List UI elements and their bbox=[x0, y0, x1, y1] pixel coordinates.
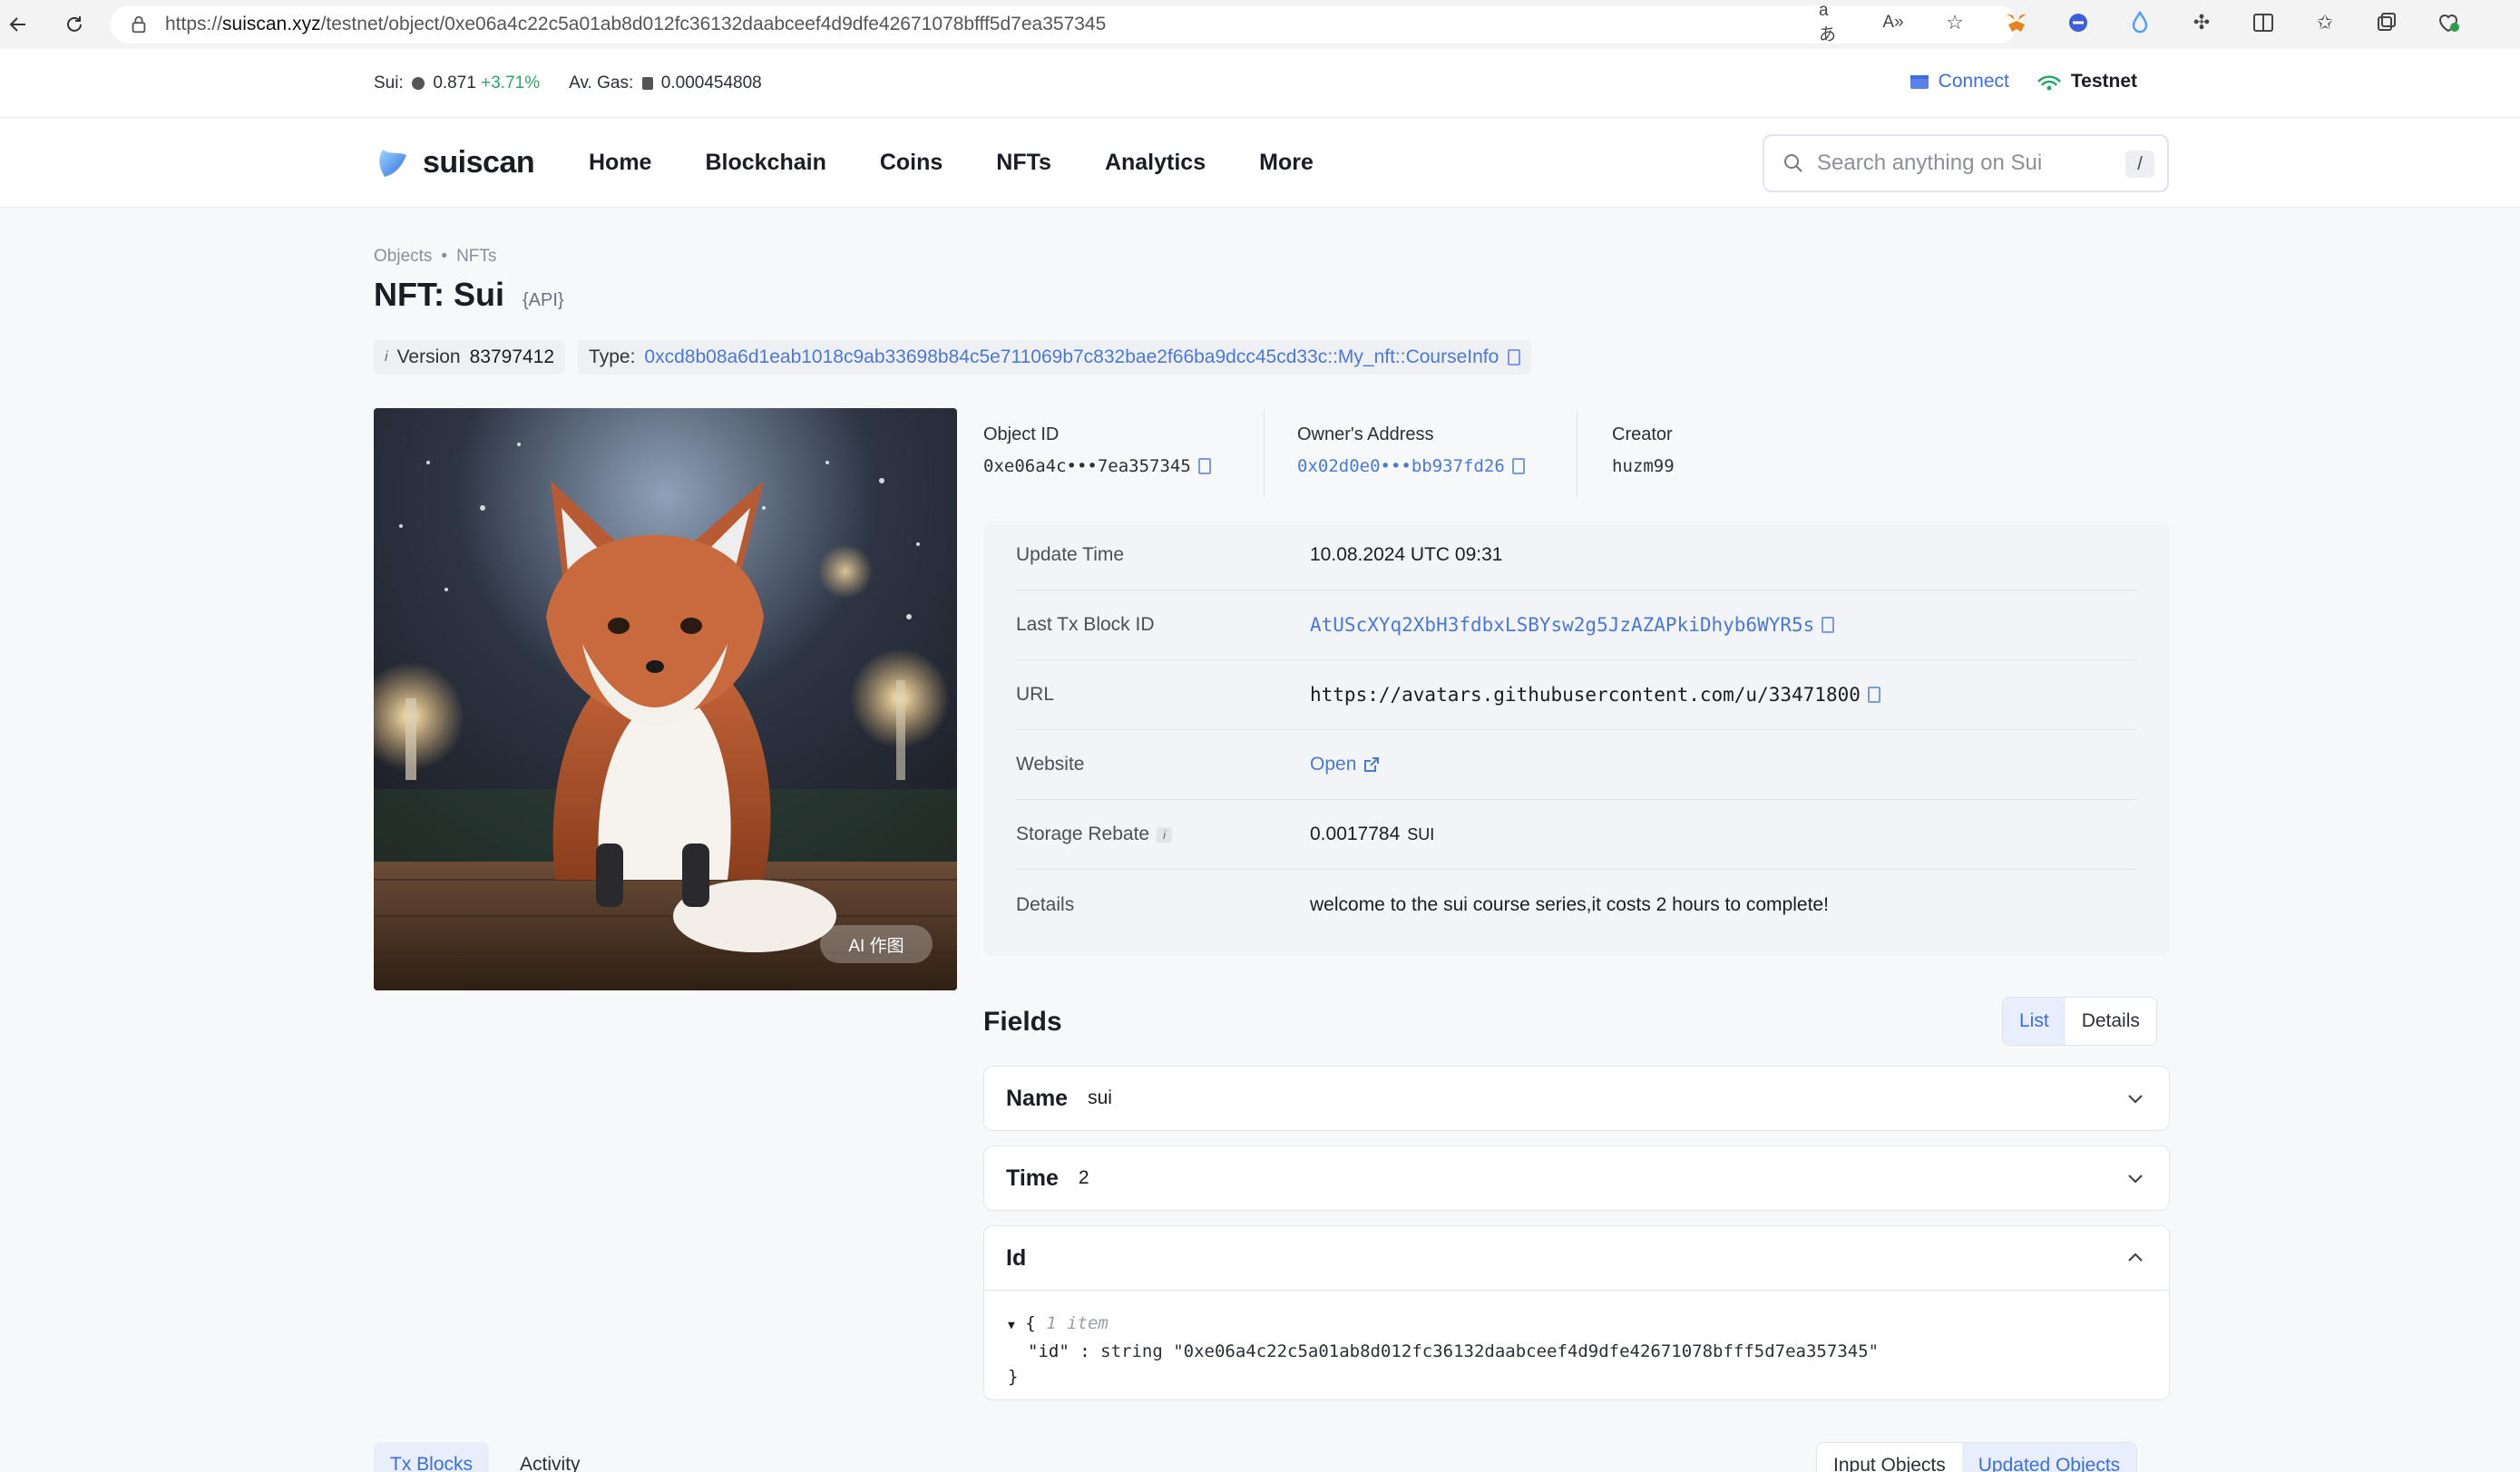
copy-icon[interactable] bbox=[1822, 617, 1835, 633]
sui-coin-icon bbox=[412, 76, 425, 90]
wallet-icon bbox=[1910, 75, 1929, 89]
object-properties-panel: Update Time 10.08.2024 UTC 09:31 Last Tx… bbox=[983, 521, 2170, 956]
search-box[interactable]: / bbox=[1763, 134, 2169, 192]
field-name-card[interactable]: Name sui bbox=[983, 1066, 2170, 1131]
gas-pump-icon bbox=[641, 76, 653, 90]
tab-updated-objects[interactable]: Updated Objects bbox=[1961, 1443, 2137, 1472]
chevron-down-icon[interactable] bbox=[2127, 1170, 2144, 1186]
nav-more[interactable]: More bbox=[1259, 150, 1314, 176]
view-details-button[interactable]: Details bbox=[2066, 998, 2156, 1045]
search-shortcut-key: / bbox=[2125, 151, 2154, 178]
wallet-extension-icon[interactable] bbox=[2066, 10, 2091, 35]
property-row: URL https://avatars.githubusercontent.co… bbox=[1016, 660, 2137, 730]
property-row: Storage Rebate i 0.0017784 SUI bbox=[1016, 800, 2137, 870]
split-screen-icon[interactable] bbox=[2251, 10, 2276, 35]
nav-coins[interactable]: Coins bbox=[880, 150, 943, 176]
owner-address-link[interactable]: 0x02d0e0•••bb937fd26 bbox=[1297, 456, 1577, 476]
lock-icon bbox=[132, 15, 146, 34]
objects-toggle: Input Objects Updated Objects bbox=[1816, 1442, 2138, 1472]
creator-section: Creator huzm99 bbox=[1577, 410, 1850, 497]
breadcrumb-nfts[interactable]: NFTs bbox=[456, 247, 496, 267]
extensions-puzzle-icon[interactable]: ✣ bbox=[2189, 10, 2214, 35]
chevron-up-icon[interactable] bbox=[2127, 1250, 2144, 1266]
suiscan-logo[interactable]: suiscan bbox=[374, 142, 535, 182]
type-chip: Type: 0xcd8b08a6d1eab1018c9ab33698b84c5e… bbox=[578, 340, 1532, 375]
website-open-link[interactable]: Open bbox=[1310, 754, 1380, 775]
price-ticker-bar: Sui: 0.871 +3.71% Av. Gas: 0.000454808 C… bbox=[0, 49, 2520, 118]
object-id-section: Object ID 0xe06a4c•••7ea357345 bbox=[983, 410, 1265, 497]
property-row: Update Time 10.08.2024 UTC 09:31 bbox=[1016, 521, 2137, 590]
owner-address-section: Owner's Address 0x02d0e0•••bb937fd26 bbox=[1265, 410, 1577, 497]
property-row: Last Tx Block ID AtUScXYq2XbH3fdbxLSBYsw… bbox=[1016, 590, 2137, 660]
signal-icon bbox=[2037, 75, 2061, 91]
search-icon bbox=[1784, 154, 1802, 172]
object-id-value: 0xe06a4c•••7ea357345 bbox=[983, 456, 1264, 476]
sui-drop-extension-icon[interactable] bbox=[2127, 10, 2153, 35]
copy-icon[interactable] bbox=[1197, 458, 1211, 474]
favorites-list-icon[interactable]: ✩ bbox=[2312, 10, 2338, 35]
collapse-triangle-icon[interactable]: ▼ bbox=[1008, 1319, 1015, 1332]
nav-home[interactable]: Home bbox=[589, 150, 651, 176]
property-row: Details welcome to the sui course series… bbox=[1016, 893, 1829, 915]
field-id-card: Id ▼ { 1 item "id" : string "0xe06a4c22c… bbox=[983, 1225, 2170, 1400]
network-selector[interactable]: Testnet bbox=[2037, 71, 2137, 93]
page-title: NFT: Sui {API} bbox=[374, 276, 564, 313]
tab-input-objects[interactable]: Input Objects bbox=[1817, 1443, 1962, 1472]
last-tx-block-link[interactable]: AtUScXYq2XbH3fdbxLSBYsw2g5JzAZAPkiDhyb6W… bbox=[1310, 614, 1835, 636]
back-icon[interactable] bbox=[0, 6, 36, 43]
info-icon[interactable]: i bbox=[1157, 826, 1173, 843]
nav-analytics[interactable]: Analytics bbox=[1105, 150, 1206, 176]
copy-icon[interactable] bbox=[1508, 349, 1521, 366]
connect-wallet-button[interactable]: Connect bbox=[1910, 71, 2009, 93]
translate-icon[interactable]: aあ bbox=[1819, 1, 1844, 44]
browser-essentials-icon[interactable] bbox=[2436, 10, 2461, 35]
json-viewer: ▼ { 1 item "id" : string "0xe06a4c22c5a0… bbox=[984, 1290, 2169, 1389]
metamask-extension-icon[interactable] bbox=[2004, 10, 2029, 35]
property-row: Website Open bbox=[1016, 730, 2137, 800]
suiscan-logo-icon bbox=[379, 150, 406, 177]
address-bar[interactable]: https://suiscan.xyz/testnet/object/0xe06… bbox=[111, 5, 2017, 44]
tab-activity[interactable]: Activity bbox=[503, 1442, 597, 1472]
creator-value: huzm99 bbox=[1612, 456, 1675, 476]
nft-image bbox=[374, 408, 957, 990]
nav-blockchain[interactable]: Blockchain bbox=[705, 150, 825, 176]
view-list-button[interactable]: List bbox=[2003, 998, 2066, 1045]
read-aloud-icon[interactable]: A» bbox=[1880, 10, 1906, 35]
breadcrumb-objects[interactable]: Objects bbox=[374, 247, 432, 267]
nav-nfts[interactable]: NFTs bbox=[996, 150, 1051, 176]
version-chip: i Version 83797412 bbox=[374, 340, 566, 375]
reload-icon[interactable] bbox=[56, 6, 93, 43]
collections-icon[interactable] bbox=[2374, 10, 2399, 35]
copy-icon[interactable] bbox=[1867, 687, 1880, 703]
tab-tx-blocks[interactable]: Tx Blocks bbox=[374, 1442, 490, 1472]
type-link[interactable]: 0xcd8b08a6d1eab1018c9ab33698b84c5e711069… bbox=[644, 346, 1499, 368]
fields-view-toggle: List Details bbox=[2002, 997, 2157, 1046]
api-link[interactable]: {API} bbox=[523, 290, 564, 311]
gas-price-ticker: Av. Gas: 0.000454808 bbox=[569, 73, 762, 93]
field-time-card[interactable]: Time 2 bbox=[983, 1145, 2170, 1211]
info-icon: i bbox=[385, 349, 388, 365]
main-navigation: suiscan Home Blockchain Coins NFTs Analy… bbox=[0, 119, 2520, 208]
address-url: https://suiscan.xyz/testnet/object/0xe06… bbox=[165, 14, 1107, 34]
sui-price-ticker: Sui: 0.871 +3.71% bbox=[374, 73, 541, 93]
ai-generated-badge: AI 作图 bbox=[820, 925, 933, 963]
fields-heading: Fields bbox=[983, 1007, 1062, 1037]
copy-icon[interactable] bbox=[1511, 458, 1525, 474]
url-value: https://avatars.githubusercontent.com/u/… bbox=[1310, 684, 1880, 706]
external-link-icon bbox=[1364, 757, 1380, 772]
field-id-header[interactable]: Id bbox=[984, 1226, 2169, 1290]
search-input[interactable] bbox=[1817, 151, 2116, 176]
favorite-star-icon[interactable]: ☆ bbox=[1942, 10, 1968, 35]
breadcrumb: Objects • NFTs bbox=[374, 247, 497, 267]
browser-toolbar: https://suiscan.xyz/testnet/object/0xe06… bbox=[0, 0, 2520, 49]
chevron-down-icon[interactable] bbox=[2127, 1090, 2144, 1106]
